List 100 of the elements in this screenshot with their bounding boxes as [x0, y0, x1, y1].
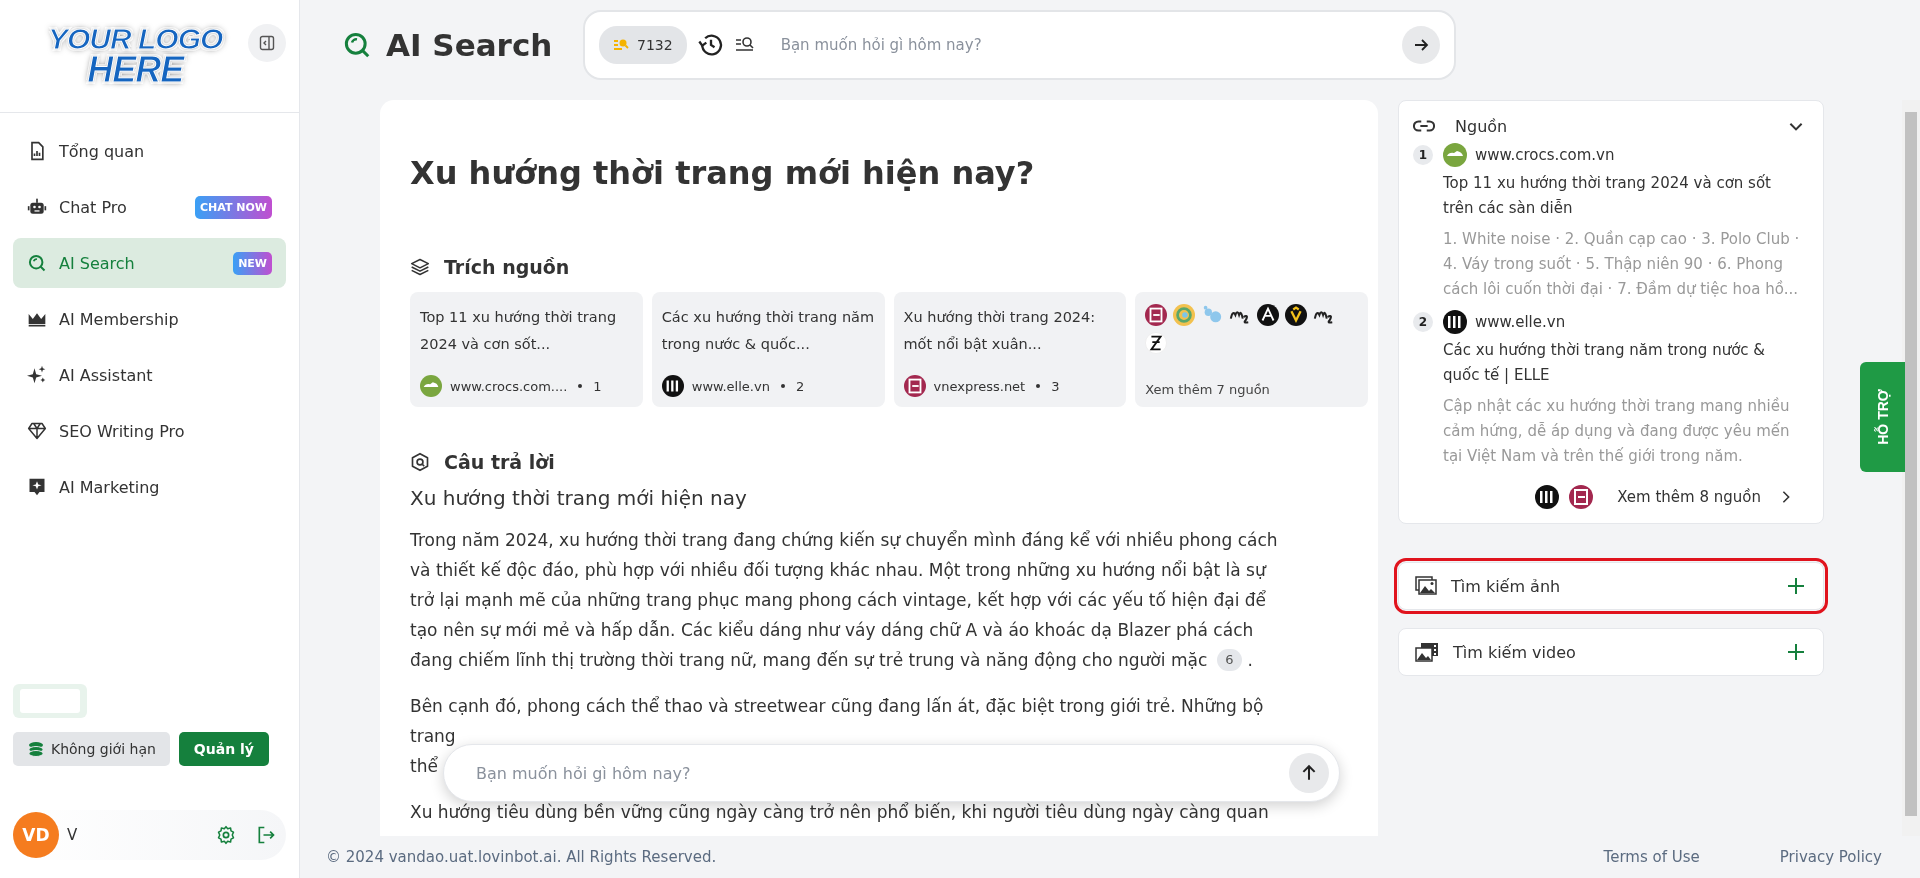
answer-line: Xu hướng tiêu dùng bền vững cũng ngày càng trở nên phổ biến, khi người tiêu dùng ngày càng quan — [410, 801, 1269, 824]
citation-card[interactable]: Top 11 xu hướng thời trang 2024 và cơn sốt... www.crocs.com.... 1 — [410, 292, 643, 407]
answer-line: Bên cạnh đó, phong cách thể thao và streetwear cũng đang lấn át, đặc biệt trong giới trẻ. Những bộ — [410, 695, 1264, 718]
send-button[interactable] — [1289, 753, 1329, 793]
coins-icon — [27, 741, 45, 757]
arrow-up-icon — [1300, 764, 1318, 782]
sidebar-item[interactable]: AI Membership — [13, 294, 286, 344]
section-title: Trích nguồn — [444, 256, 570, 278]
search-field[interactable]: Bạn muốn hỏi gì hôm nay? — [778, 35, 1392, 55]
citation-badge[interactable]: 6 — [1217, 649, 1242, 671]
diamond-icon — [27, 421, 47, 441]
history-icon[interactable] — [696, 31, 725, 59]
site-logo-icon — [1285, 304, 1308, 326]
search-list-icon — [613, 38, 629, 52]
source-number: 2 — [1413, 312, 1433, 332]
citation-site: vnexpress.net — [933, 378, 1026, 394]
search-icon — [342, 30, 372, 60]
site-logo-icon — [1257, 304, 1280, 326]
answer-line: và thiết kế độc đáo, phù hợp với nhiều đối tượng khác nhau. Một trong những xu hướng nổi bật là sự — [410, 559, 1266, 582]
chat-star-icon — [27, 477, 47, 497]
citation-number: 1 — [593, 378, 602, 394]
support-tab[interactable]: HỖ TRỢ — [1860, 362, 1905, 472]
user-name: V — [67, 826, 79, 844]
site-logo-icon — [661, 375, 684, 397]
nav-badge: CHAT NOW — [195, 195, 272, 219]
citation-number: 3 — [1051, 378, 1060, 394]
answer-punctuation: . — [1247, 649, 1253, 672]
page-title: AI Search — [386, 27, 553, 63]
source-snippet: 1. White noise · 2. Quần cạp cao · 3. Polo Club · 4. Váy trong suốt · 5. Thập niên 90 · 6. Phong cách lôi cuốn thời đại · 7. Đầm dự tiệc hoa hồ... — [1443, 229, 1801, 300]
answer-line: trở lại mạnh mẽ của những trang phục mang phong cách vintage, kết hợp với các yếu tố hiện đại để — [410, 589, 1267, 612]
source-number: 1 — [1413, 145, 1433, 165]
separator-dot — [1036, 384, 1041, 388]
citation-number: 2 — [795, 378, 805, 394]
sidebar-item[interactable]: AI Assistant — [13, 350, 286, 400]
settings-icon[interactable] — [216, 825, 236, 845]
sidebar-item[interactable]: Tổng quan — [13, 126, 286, 176]
images-icon — [1415, 576, 1437, 596]
sidebar-item[interactable]: Chat Pro CHAT NOW — [13, 182, 286, 232]
separator-dot — [780, 384, 785, 388]
robot-icon — [27, 197, 47, 217]
site-logo-icon — [1145, 304, 1168, 326]
answer-line: tạo nên sự mới mẻ và hấp dẫn. Các kiểu dáng như váy dáng chữ A và áo khoác dạ Blazer phá cách — [410, 619, 1254, 642]
search-bar[interactable]: 7132 Bạn muốn hỏi gì hôm nay? — [583, 10, 1456, 80]
ask-field[interactable]: Bạn muốn hỏi gì hôm nay? — [474, 762, 1289, 784]
site-logo-icon — [420, 375, 442, 397]
plus-icon — [1787, 643, 1805, 661]
more-sources-card[interactable]: Xem thêm 7 nguồn — [1135, 292, 1368, 407]
citation-card[interactable]: Xu hướng thời trang 2024: mốt nổi bật xuân... vnexpress.net 3 — [893, 292, 1127, 407]
source-site[interactable]: www.elle.vn — [1475, 313, 1566, 331]
source-title[interactable]: Các xu hướng thời trang năm trong nước & quốc tế | ELLE — [1443, 338, 1805, 388]
panel-title: Nguồn — [1455, 116, 1509, 136]
tool-card[interactable]: Tìm kiếm video — [1398, 628, 1824, 676]
footer-link[interactable]: Privacy Policy — [1779, 848, 1882, 866]
sidebar-item[interactable]: SEO Writing Pro — [13, 406, 286, 456]
sidebar-item[interactable]: AI Marketing — [13, 462, 286, 512]
plan-button[interactable]: Không giới hạn — [13, 732, 170, 766]
sparkles-icon — [27, 365, 47, 385]
question-title: Xu hướng thời trang mới hiện nay? — [410, 153, 1036, 194]
citation-title: Top 11 xu hướng thời trang 2024 và cơn sốt... — [420, 308, 618, 354]
source-snippet: Cập nhật các xu hướng thời trang mang nhiều cảm hứng, dễ áp dụng và đang được yêu mến tại Việt Nam và trên thế giới trong năm. — [1443, 396, 1791, 467]
site-logo-icon — [1173, 304, 1196, 326]
site-logo-icon — [1443, 310, 1467, 334]
video-images-icon — [1415, 642, 1439, 662]
citation-site: www.crocs.com.... — [450, 378, 568, 394]
citation-title: Xu hướng thời trang 2024: mốt nổi bật xuân... — [903, 308, 1097, 354]
site-logo-icon — [1443, 143, 1467, 167]
arrow-right-icon — [1413, 37, 1429, 53]
citation-title: Các xu hướng thời trang năm trong nước & quốc... — [661, 308, 875, 354]
answer-line: Trong năm 2024, xu hướng thời trang đang chứng kiến sự chuyển mình đáng kể với nhiều phong cách — [410, 529, 1278, 552]
collapse-sidebar-button[interactable] — [248, 24, 286, 62]
logout-icon[interactable] — [256, 825, 276, 845]
search-icon — [27, 253, 47, 273]
submit-button[interactable] — [1402, 26, 1440, 64]
sidebar-item[interactable]: AI Search NEW — [13, 238, 286, 288]
answer-line: đang chiếm lĩnh thị trường thời trang nữ, mang đến sự trẻ trung và năng động cho người mặc — [410, 649, 1208, 672]
source-site[interactable]: www.crocs.com.vn — [1475, 146, 1615, 164]
more-sources-label: Xem thêm 7 nguồn — [1145, 382, 1271, 397]
manage-button[interactable]: Quản lý — [178, 732, 269, 766]
footer-link[interactable]: Terms of Use — [1603, 848, 1700, 866]
answer-icon — [410, 452, 430, 472]
credit-chip[interactable]: 7132 — [599, 26, 687, 64]
answer-subtitle: Xu hướng thời trang mới hiện nay — [410, 485, 748, 512]
section-title: Câu trả lời — [444, 451, 555, 473]
site-logo-icon — [1569, 485, 1594, 509]
logo: YOUR LOGO HERE — [47, 20, 224, 92]
credit-count: 7132 — [637, 37, 673, 53]
citation-site: www.elle.vn — [691, 378, 770, 394]
site-logo-icon — [1535, 485, 1560, 509]
separator-dot — [578, 384, 583, 388]
scrollbar[interactable] — [1902, 100, 1920, 836]
site-logo-icon — [1145, 332, 1168, 354]
source-title[interactable]: Top 11 xu hướng thời trang 2024 và cơn sốt trên các sàn diễn — [1443, 171, 1805, 221]
sidebar-toggle-icon — [259, 35, 275, 51]
plus-icon — [1787, 577, 1805, 595]
answer-line: thể — [410, 755, 438, 778]
nav-badge: NEW — [233, 251, 272, 275]
copyright-text: © 2024 vandao.uat.lovinbot.ai. All Rights Reserved. — [326, 848, 717, 866]
citation-card[interactable]: Các xu hướng thời trang năm trong nước & quốc... www.elle.vn 2 — [651, 292, 885, 407]
more-sources-link[interactable]: Xem thêm 8 nguồn — [1617, 488, 1793, 506]
layers-icon — [410, 257, 430, 277]
